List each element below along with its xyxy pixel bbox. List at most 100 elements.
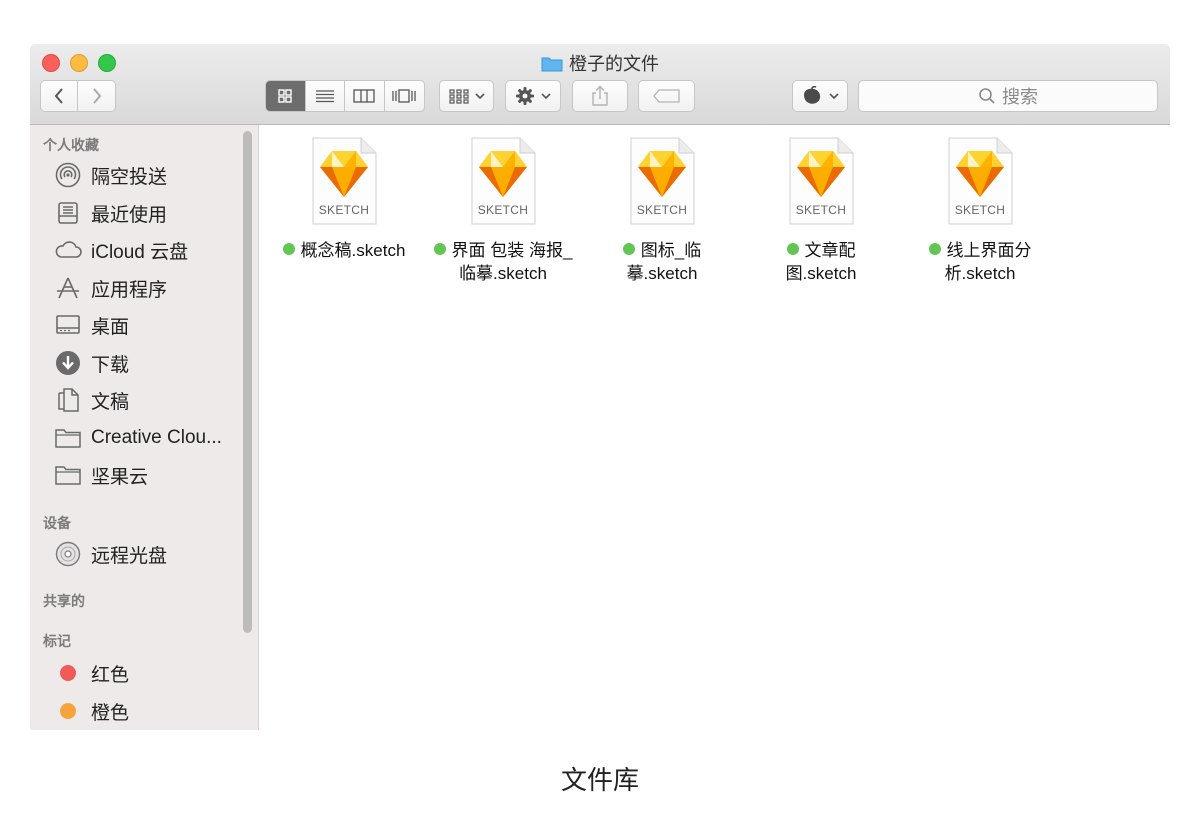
view-mode-control <box>265 80 425 112</box>
search-icon <box>979 88 995 104</box>
applications-icon <box>54 274 82 302</box>
green-tag-dot <box>282 243 295 255</box>
file-item[interactable]: SKETCH 概念稿.sketch <box>269 137 419 262</box>
tag-dot-icon <box>54 659 82 687</box>
file-grid: SKETCH 概念稿.sketch SKETCH 界面 包装 海报_ 临摹.ske… <box>259 125 1170 730</box>
sketch-file-icon: SKETCH <box>629 137 695 225</box>
file-type-badge: SKETCH <box>477 203 529 217</box>
sidebar-item-nutstore[interactable]: 坚果云 <box>54 460 148 490</box>
file-name-line1: 线上界面分 <box>946 241 1032 260</box>
green-tag-dot <box>433 243 446 255</box>
folder-icon <box>541 55 563 72</box>
folder-icon <box>54 461 82 489</box>
sidebar-item-remote-disc[interactable]: 远程光盘 <box>54 539 167 569</box>
chevron-right-icon <box>92 88 101 104</box>
arrange-grid-icon <box>448 89 469 104</box>
share-icon <box>592 85 608 106</box>
sidebar-item-desktop[interactable]: 桌面 <box>54 310 129 340</box>
desktop-icon <box>54 311 82 339</box>
cover-flow-button[interactable] <box>385 81 424 111</box>
green-tag-dot <box>786 243 799 255</box>
file-name-line2: 析.sketch <box>944 264 1016 283</box>
sidebar: 个人收藏 隔空投送 最近使用 iCloud 云盘 应用程序 桌面 下载 文稿 C… <box>30 125 259 730</box>
recents-icon <box>54 199 82 227</box>
sidebar-item-label: 下载 <box>91 354 130 376</box>
window-title: 橙子的文件 <box>30 50 1170 76</box>
sidebar-item-tag-orange[interactable]: 橙色 <box>54 696 129 726</box>
file-type-badge: SKETCH <box>318 203 370 217</box>
sidebar-heading-favorites: 个人收藏 <box>43 137 99 153</box>
sidebar-item-icloud[interactable]: iCloud 云盘 <box>54 235 188 265</box>
sidebar-item-label: 隔空投送 <box>91 166 168 188</box>
file-name: 线上界面分析.sketch <box>905 239 1055 285</box>
tag-dot-icon <box>54 697 82 725</box>
file-name: 图标_临 摹.sketch <box>587 239 737 285</box>
sidebar-heading-devices: 设备 <box>43 515 71 531</box>
folder-icon <box>54 424 82 452</box>
forward-button[interactable] <box>78 81 115 111</box>
share-button[interactable] <box>572 80 628 112</box>
sidebar-item-applications[interactable]: 应用程序 <box>54 273 167 303</box>
sidebar-item-downloads[interactable]: 下载 <box>54 348 129 378</box>
sidebar-item-label: 桌面 <box>91 316 130 338</box>
tag-icon <box>652 89 680 103</box>
file-item[interactable]: SKETCH 线上界面分析.sketch <box>905 137 1055 285</box>
file-name: 界面 包装 海报_ 临摹.sketch <box>428 239 578 285</box>
search-placeholder: 搜索 <box>1002 87 1038 107</box>
window-title-text: 橙子的文件 <box>569 54 659 74</box>
sidebar-item-tag-red[interactable]: 红色 <box>54 658 129 688</box>
sidebar-item-airdrop[interactable]: 隔空投送 <box>54 160 167 190</box>
sidebar-heading-tags: 标记 <box>43 633 71 649</box>
finder-window: 橙子的文件 搜索 个人收藏 隔空投送 最近使用 iCloud 云盘 应用程序 桌… <box>30 44 1170 730</box>
titlebar: 橙子的文件 搜索 <box>30 44 1170 125</box>
arrange-button[interactable] <box>439 80 494 112</box>
icon-view-button[interactable] <box>266 81 306 111</box>
file-item[interactable]: SKETCH 图标_临 摹.sketch <box>587 137 737 285</box>
sidebar-item-label: 最近使用 <box>91 204 168 226</box>
nutstore-button[interactable] <box>792 80 848 112</box>
file-name-line1: 界面 包装 海报_ <box>451 241 573 260</box>
gear-icon <box>516 87 534 105</box>
chevron-down-icon <box>474 93 485 100</box>
sketch-file-icon: SKETCH <box>788 137 854 225</box>
green-tag-dot <box>928 243 941 255</box>
file-item[interactable]: SKETCH 文章配 图.sketch <box>746 137 896 285</box>
caption: 文件库 <box>560 765 639 795</box>
green-tag-dot <box>622 243 635 255</box>
cover-flow-icon <box>392 89 416 103</box>
column-view-button[interactable] <box>345 81 385 111</box>
disc-icon <box>54 540 82 568</box>
file-item[interactable]: SKETCH 界面 包装 海报_ 临摹.sketch <box>428 137 578 285</box>
file-name: 概念稿.sketch <box>269 239 419 262</box>
sidebar-item-label: 橙色 <box>91 702 130 724</box>
file-name-line2: 图.sketch <box>785 264 857 283</box>
search-field[interactable]: 搜索 <box>858 80 1158 112</box>
chevron-down-icon <box>829 93 839 100</box>
sketch-file-icon: SKETCH <box>311 137 377 225</box>
tag-button[interactable] <box>638 80 695 112</box>
back-forward-control <box>40 80 116 112</box>
cloud-icon <box>54 236 82 264</box>
sidebar-scrollbar[interactable] <box>243 131 252 633</box>
airdrop-icon <box>54 161 82 189</box>
sketch-file-icon: SKETCH <box>470 137 536 225</box>
file-name-line1: 概念稿.sketch <box>300 241 406 260</box>
grid-icon <box>278 89 292 103</box>
file-type-badge: SKETCH <box>954 203 1006 217</box>
file-name-line2: 摹.sketch <box>626 264 698 283</box>
documents-icon <box>54 386 82 414</box>
sidebar-item-label: 远程光盘 <box>91 545 168 567</box>
sidebar-item-label: Creative Clou... <box>91 427 222 448</box>
sidebar-item-documents[interactable]: 文稿 <box>54 385 129 415</box>
sidebar-item-creative-cloud[interactable]: Creative Clou... <box>54 423 222 453</box>
action-button[interactable] <box>505 80 561 112</box>
list-view-button[interactable] <box>306 81 345 111</box>
sidebar-item-label: 坚果云 <box>91 466 149 488</box>
chevron-down-icon <box>541 93 551 100</box>
back-button[interactable] <box>41 81 79 111</box>
file-name-line2: 临摹.sketch <box>459 264 547 283</box>
sidebar-item-recents[interactable]: 最近使用 <box>54 198 167 228</box>
sketch-file-icon: SKETCH <box>947 137 1013 225</box>
file-type-badge: SKETCH <box>636 203 688 217</box>
file-name: 文章配 图.sketch <box>746 239 896 285</box>
